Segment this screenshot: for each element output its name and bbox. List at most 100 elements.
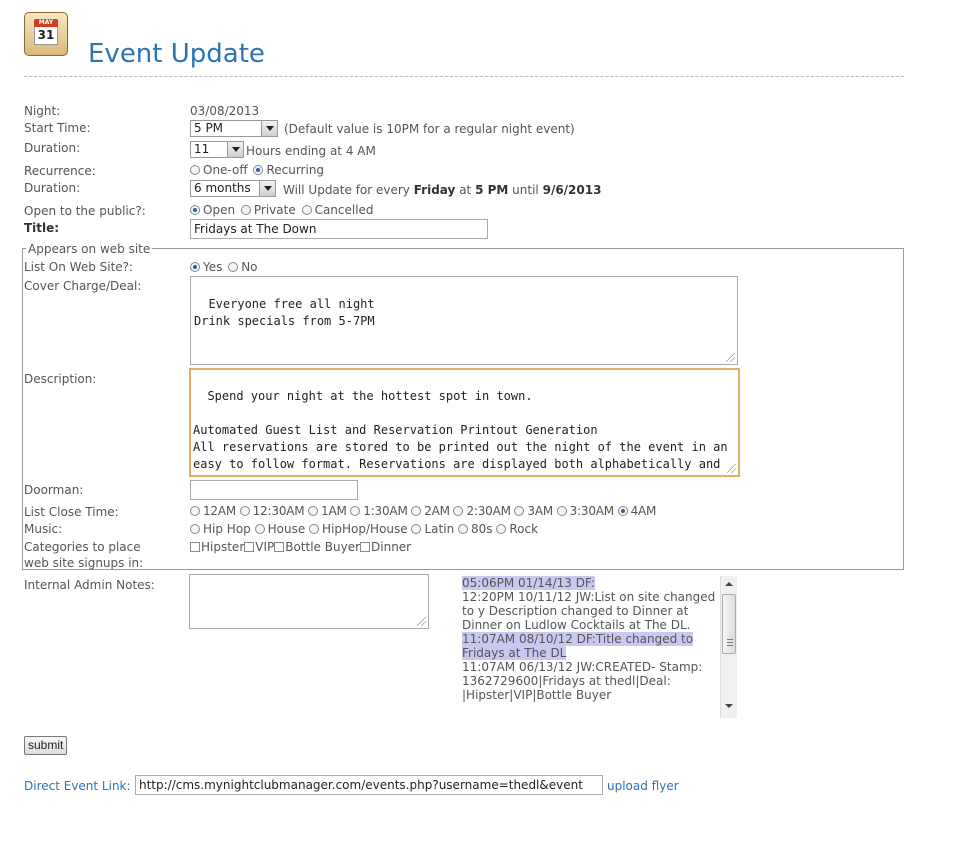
music-house-radio[interactable] xyxy=(254,524,265,534)
doorman-label: Doorman: xyxy=(24,483,84,497)
start-time-hint: (Default value is 10PM for a regular nig… xyxy=(284,122,575,136)
list-on-site-options: Yes No xyxy=(190,260,258,274)
recurrence-one-off-label: One-off xyxy=(203,163,248,177)
list-on-site-no-label: No xyxy=(241,260,258,274)
direct-event-link-input[interactable]: http://cms.mynightclubmanager.com/events… xyxy=(135,775,603,795)
resize-grip-icon[interactable] xyxy=(417,617,426,626)
update-until: until xyxy=(512,183,539,197)
categories-label-line2: web site signups in: xyxy=(24,556,144,570)
duration-label: Duration: xyxy=(24,141,81,155)
list-on-site-no-radio[interactable] xyxy=(228,262,239,272)
music-hiphop-house-radio[interactable] xyxy=(309,524,320,534)
night-label: Night: xyxy=(24,104,61,118)
update-time: 5 PM xyxy=(475,183,509,197)
category-vip-label: VIP xyxy=(255,540,275,554)
duration-period-label: Duration: xyxy=(24,181,81,195)
list-on-site-yes-radio[interactable] xyxy=(190,262,200,272)
title-input[interactable]: Fridays at The Down xyxy=(190,219,488,239)
duration-period-hint: Will Update for every Friday at 5 PM unt… xyxy=(283,183,601,197)
note-item: 11:07AM 08/10/12 DF:Title changed to Fri… xyxy=(462,632,718,660)
category-vip-checkbox[interactable] xyxy=(244,542,255,552)
update-at: at xyxy=(459,183,472,197)
resize-grip-icon[interactable] xyxy=(727,464,736,473)
music-rock-label: Rock xyxy=(509,522,539,536)
public-cancelled-label: Cancelled xyxy=(314,203,374,217)
list-close-1230am-label: 12:30AM xyxy=(252,504,305,518)
public-private-radio[interactable] xyxy=(240,205,251,215)
list-close-130am-radio[interactable] xyxy=(350,506,361,516)
admin-notes-label: Internal Admin Notes: xyxy=(24,578,155,592)
admin-notes-textarea[interactable] xyxy=(189,574,429,629)
resize-grip-icon[interactable] xyxy=(726,353,735,362)
start-time-select[interactable]: 5 PM xyxy=(190,120,278,137)
description-textarea[interactable]: Spend your night at the hottest spot in … xyxy=(189,368,740,477)
category-hipster-label: Hipster xyxy=(201,540,245,554)
music-latin-label: Latin xyxy=(424,522,455,536)
public-cancelled-radio[interactable] xyxy=(301,205,312,215)
public-open-radio[interactable] xyxy=(190,205,200,215)
duration-hours-select[interactable]: 11 xyxy=(190,141,244,158)
list-close-2am-label: 2AM xyxy=(424,504,450,518)
note-text: 05:06PM 01/14/13 DF: xyxy=(462,576,595,590)
upload-flyer-link[interactable]: upload flyer xyxy=(607,779,679,793)
category-hipster-checkbox[interactable] xyxy=(190,542,200,552)
duration-hours-value: 11 xyxy=(194,142,210,156)
recurrence-options: One-off Recurring xyxy=(190,163,324,177)
update-end-date: 9/6/2013 xyxy=(542,183,602,197)
list-close-130am-label: 1:30AM xyxy=(363,504,408,518)
list-close-330am-label: 3:30AM xyxy=(569,504,615,518)
admin-notes-history[interactable]: 05:06PM 01/14/13 DF: 12:20PM 10/11/12 JW… xyxy=(460,576,738,718)
list-close-options: 12AM 12:30AM 1AM 1:30AM 2AM 2:30AM 3AM 3… xyxy=(190,504,656,518)
chevron-down-icon[interactable] xyxy=(261,121,277,136)
music-hiphop-radio[interactable] xyxy=(190,524,200,534)
cover-charge-label: Cover Charge/Deal: xyxy=(24,279,142,293)
music-hiphop-house-label: HipHop/House xyxy=(322,522,408,536)
recurrence-one-off-radio[interactable] xyxy=(190,165,200,175)
list-close-2am-radio[interactable] xyxy=(411,506,422,516)
recurrence-recurring-radio[interactable] xyxy=(253,165,264,175)
description-text: Spend your night at the hottest spot in … xyxy=(193,389,728,475)
chevron-down-icon[interactable] xyxy=(259,181,275,196)
chevron-down-icon[interactable] xyxy=(227,142,243,157)
public-private-label: Private xyxy=(253,203,296,217)
music-80s-label: 80s xyxy=(471,522,493,536)
calendar-icon: MAY 31 xyxy=(24,12,68,56)
list-close-12am-radio[interactable] xyxy=(190,506,200,516)
submit-button[interactable]: submit xyxy=(24,736,68,755)
list-close-1am-radio[interactable] xyxy=(308,506,319,516)
list-close-230am-label: 2:30AM xyxy=(466,504,511,518)
notes-scrollbar[interactable] xyxy=(720,576,737,718)
list-close-3am-label: 3AM xyxy=(527,504,553,518)
music-latin-radio[interactable] xyxy=(411,524,422,534)
category-dinner-checkbox[interactable] xyxy=(360,542,371,552)
recurrence-label: Recurrence: xyxy=(24,164,96,178)
note-text: 11:07AM 08/10/12 DF:Title changed to Fri… xyxy=(462,632,694,660)
duration-period-select[interactable]: 6 months xyxy=(190,180,276,197)
list-close-label: List Close Time: xyxy=(24,505,119,519)
duration-hours-hint: Hours ending at 4 AM xyxy=(246,144,376,158)
list-close-1230am-radio[interactable] xyxy=(239,506,250,516)
start-time-label: Start Time: xyxy=(24,121,91,135)
duration-period-value: 6 months xyxy=(194,181,251,195)
list-on-site-yes-label: Yes xyxy=(203,260,223,274)
list-close-4am-label: 4AM xyxy=(630,504,657,518)
note-item: 12:20PM 10/11/12 JW:List on site changed… xyxy=(462,590,718,632)
list-close-230am-radio[interactable] xyxy=(453,506,464,516)
list-close-330am-radio[interactable] xyxy=(556,506,567,516)
music-80s-radio[interactable] xyxy=(458,524,468,534)
list-close-4am-radio[interactable] xyxy=(617,506,628,516)
category-dinner-label: Dinner xyxy=(371,540,412,554)
note-text: 11:07AM 06/13/12 JW:CREATED- Stamp: 1362… xyxy=(462,660,703,702)
night-value: 03/08/2013 xyxy=(190,104,260,118)
note-item: 05:06PM 01/14/13 DF: xyxy=(462,576,718,590)
doorman-input[interactable] xyxy=(190,480,358,500)
scrollbar-thumb[interactable] xyxy=(722,594,736,654)
list-close-3am-radio[interactable] xyxy=(514,506,525,516)
music-rock-radio[interactable] xyxy=(496,524,507,534)
cover-charge-textarea[interactable]: Everyone free all night Drink specials f… xyxy=(190,276,738,365)
page-title: Event Update xyxy=(88,39,265,69)
recurrence-recurring-label: Recurring xyxy=(266,163,325,177)
categories-label-line1: Categories to place xyxy=(24,540,141,554)
update-day: Friday xyxy=(413,183,456,197)
category-bottle-buyer-checkbox[interactable] xyxy=(274,542,285,552)
